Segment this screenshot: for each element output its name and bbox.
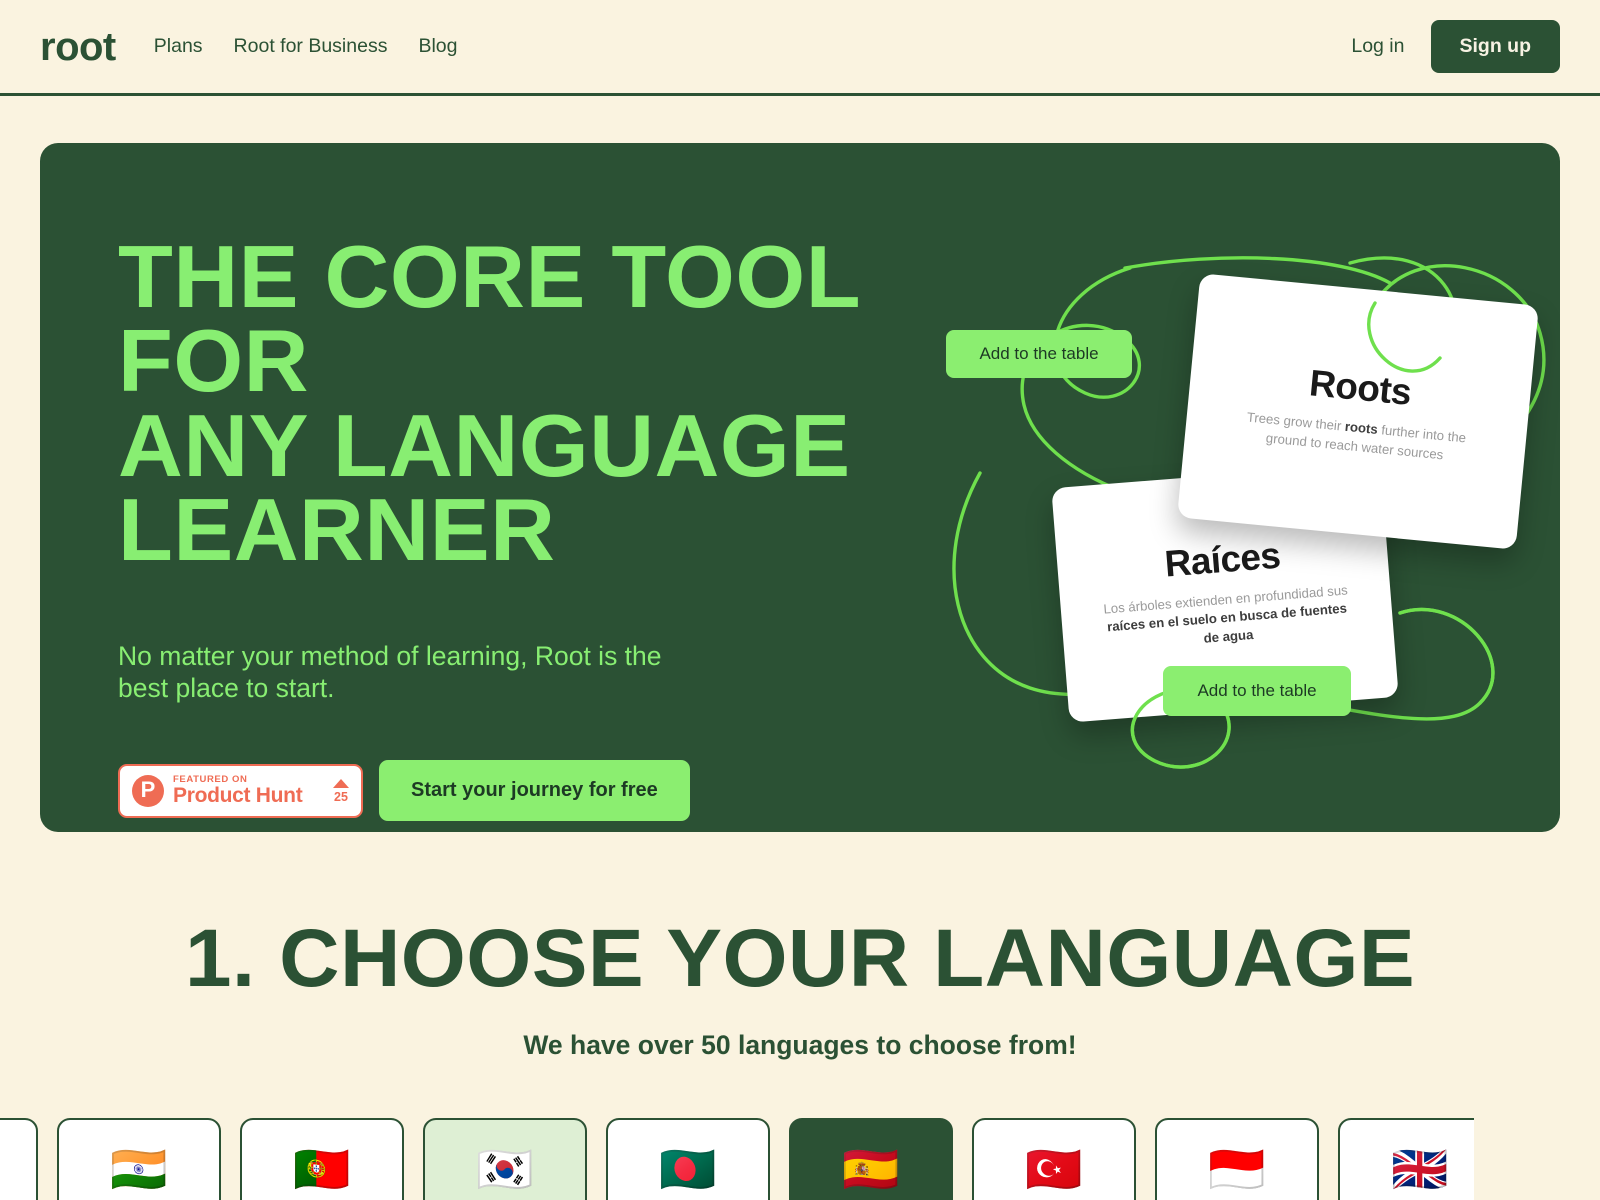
flashcard-definition-english: Trees grow their roots further into the … bbox=[1229, 407, 1481, 467]
logo[interactable]: root bbox=[40, 27, 116, 67]
login-link[interactable]: Log in bbox=[1351, 35, 1404, 58]
flag-icon: 🇪🇸 bbox=[842, 1142, 900, 1196]
flag-icon: 🇰🇷 bbox=[476, 1142, 534, 1196]
flag-icon: 🇧🇩 bbox=[659, 1142, 717, 1196]
nav-item-plans[interactable]: Plans bbox=[154, 35, 203, 58]
language-card-turkey[interactable]: 🇹🇷 bbox=[972, 1118, 1136, 1200]
nav-item-root-for-business[interactable]: Root for Business bbox=[234, 35, 388, 58]
flashcard-english[interactable]: Roots Trees grow their roots further int… bbox=[1177, 273, 1539, 550]
hero-headline-line-1: THE CORE TOOL FOR bbox=[118, 227, 860, 411]
section-subtitle: We have over 50 languages to choose from… bbox=[523, 1030, 1077, 1060]
definition-pre-en: Trees grow their bbox=[1246, 409, 1346, 435]
flag-icon: 🇹🇷 bbox=[1025, 1142, 1083, 1196]
hero-subtitle: No matter your method of learning, Root … bbox=[118, 640, 662, 703]
definition-bold-en: roots bbox=[1344, 419, 1379, 438]
language-card-partial-left[interactable] bbox=[0, 1118, 38, 1200]
hero-headline: THE CORE TOOL FOR ANY LANGUAGE LEARNER bbox=[118, 227, 934, 580]
product-hunt-name: Product Hunt bbox=[173, 784, 303, 808]
language-card-portugal[interactable]: 🇵🇹 bbox=[240, 1118, 404, 1200]
language-card-indonesia[interactable]: 🇮🇩 bbox=[1155, 1118, 1319, 1200]
add-to-table-button-bottom[interactable]: Add to the table bbox=[1163, 666, 1351, 716]
flag-icon: 🇵🇹 bbox=[293, 1142, 351, 1196]
product-hunt-vote-count: 25 bbox=[334, 789, 348, 804]
start-journey-button[interactable]: Start your journey for free bbox=[379, 760, 690, 822]
choose-language-section: 1. CHOOSE YOUR LANGUAGE We have over 50 … bbox=[0, 832, 1600, 1061]
hero-cta-row: P FEATURED ON Product Hunt 25 Start your… bbox=[118, 760, 918, 822]
hero-content: THE CORE TOOL FOR ANY LANGUAGE LEARNER N… bbox=[118, 233, 918, 822]
nav-item-blog[interactable]: Blog bbox=[418, 35, 457, 58]
product-hunt-badge[interactable]: P FEATURED ON Product Hunt 25 bbox=[118, 763, 363, 818]
flashcard-word-spanish: Raíces bbox=[1163, 534, 1282, 585]
hero-headline-line-2: ANY LANGUAGE bbox=[118, 395, 851, 495]
product-hunt-icon: P bbox=[132, 774, 164, 807]
product-hunt-text: FEATURED ON Product Hunt bbox=[173, 774, 303, 808]
language-card-united-kingdom[interactable]: 🇬🇧 bbox=[1338, 1118, 1474, 1200]
language-card-india[interactable]: 🇮🇳 bbox=[57, 1118, 221, 1200]
hero-section: THE CORE TOOL FOR ANY LANGUAGE LEARNER N… bbox=[40, 143, 1560, 832]
add-to-table-button-top[interactable]: Add to the table bbox=[946, 330, 1132, 378]
language-card-spain[interactable]: 🇪🇸 bbox=[789, 1118, 953, 1200]
flag-icon: 🇮🇳 bbox=[110, 1142, 168, 1196]
flag-icon: 🇬🇧 bbox=[1391, 1142, 1449, 1196]
signup-button[interactable]: Sign up bbox=[1430, 20, 1560, 73]
hero-headline-line-3: LEARNER bbox=[118, 480, 556, 580]
flag-icon: 🇮🇩 bbox=[1208, 1142, 1266, 1196]
site-header: root Plans Root for Business Blog Log in… bbox=[0, 0, 1600, 96]
flashcard-word-english: Roots bbox=[1307, 362, 1413, 414]
language-card-bangladesh[interactable]: 🇧🇩 bbox=[606, 1118, 770, 1200]
flashcard-definition-spanish: Los árboles extienden en profundidad sus… bbox=[1100, 581, 1354, 655]
header-actions: Log in Sign up bbox=[1351, 20, 1560, 73]
hero-illustration: Roots Trees grow their roots further int… bbox=[920, 143, 1560, 832]
main-nav: Plans Root for Business Blog bbox=[154, 35, 458, 58]
section-title: 1. CHOOSE YOUR LANGUAGE bbox=[184, 913, 1416, 1004]
language-carousel[interactable]: 🇮🇳 🇵🇹 🇰🇷 🇧🇩 🇪🇸 🇹🇷 🇮🇩 🇬🇧 bbox=[0, 1118, 1474, 1200]
language-card-south-korea[interactable]: 🇰🇷 bbox=[423, 1118, 587, 1200]
product-hunt-votes: 25 bbox=[333, 778, 349, 804]
upvote-triangle-icon bbox=[333, 778, 349, 788]
